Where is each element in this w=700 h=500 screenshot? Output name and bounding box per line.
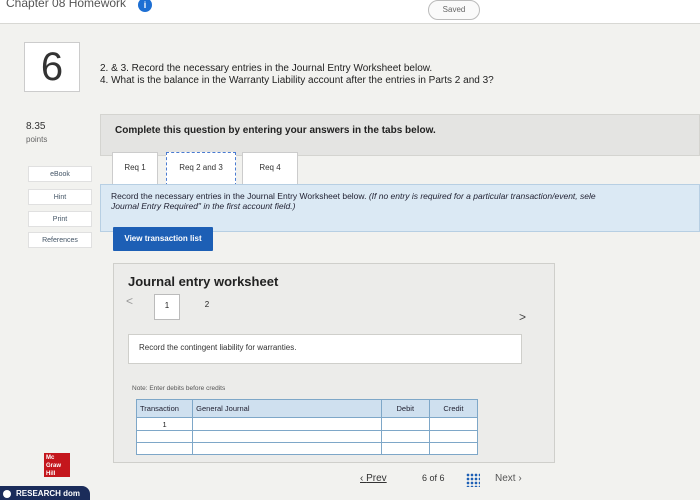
- chevron-right-icon[interactable]: >: [519, 310, 526, 324]
- col-transaction: Transaction: [135, 398, 194, 419]
- entry-description: Record the contingent liability for warr…: [128, 334, 522, 364]
- worksheet-title: Journal entry worksheet: [128, 274, 279, 289]
- top-bar: Chapter 08 Homework i Saved: [0, 0, 700, 24]
- saved-status: Saved: [428, 0, 480, 20]
- journal-table: Transaction General Journal Debit Credit…: [135, 398, 479, 455]
- question-count: 6 of 6: [422, 473, 445, 483]
- col-credit: Credit: [428, 398, 479, 419]
- col-debit: Debit: [380, 398, 430, 419]
- points-label: points: [26, 135, 48, 144]
- instruction-box: Record the necessary entries in the Jour…: [100, 184, 700, 232]
- credit-field[interactable]: [428, 417, 479, 432]
- tab-req-4[interactable]: Req 4: [242, 152, 298, 186]
- info-badge-icon[interactable]: i: [138, 0, 152, 12]
- debit-field[interactable]: [380, 442, 430, 455]
- page-2-tab[interactable]: 2: [194, 294, 220, 320]
- ebook-link[interactable]: eBook: [28, 166, 92, 182]
- account-field[interactable]: [192, 417, 382, 432]
- table-row: [135, 442, 479, 455]
- debit-field[interactable]: [380, 430, 430, 444]
- table-row: 1: [135, 417, 479, 432]
- next-button[interactable]: Next ›: [495, 473, 550, 493]
- research-bar[interactable]: RESEARCH dom: [0, 486, 90, 500]
- table-row: [135, 430, 479, 444]
- tab-req-2-and-3[interactable]: Req 2 and 3: [166, 152, 236, 186]
- research-icon: [3, 490, 11, 498]
- account-field[interactable]: [192, 430, 382, 444]
- transaction-cell: 1: [135, 417, 194, 432]
- print-link[interactable]: Print: [28, 211, 92, 227]
- references-link[interactable]: References: [28, 232, 92, 248]
- chevron-left-icon[interactable]: <: [126, 294, 133, 308]
- research-label: RESEARCH dom: [16, 489, 81, 498]
- mcgraw-hill-logo: Mc Graw Hill: [44, 453, 70, 477]
- view-transaction-list-button[interactable]: View transaction list: [113, 227, 213, 251]
- col-general-journal: General Journal: [192, 398, 382, 419]
- breadcrumb[interactable]: Chapter 08 Homework: [6, 0, 126, 10]
- prev-button[interactable]: ‹ Prev: [360, 473, 387, 484]
- journal-worksheet: Journal entry worksheet < 1 2 > Record t…: [113, 263, 555, 463]
- question-number: 6: [24, 42, 80, 92]
- hint-link[interactable]: Hint: [28, 189, 92, 205]
- credit-field[interactable]: [428, 442, 479, 455]
- page-1-tab[interactable]: 1: [154, 294, 180, 320]
- account-field[interactable]: [192, 442, 382, 455]
- tab-req-1[interactable]: Req 1: [112, 152, 158, 186]
- complete-banner: Complete this question by entering your …: [100, 114, 700, 156]
- debit-field[interactable]: [380, 417, 430, 432]
- points-value: 8.35: [26, 121, 46, 132]
- credit-field[interactable]: [428, 430, 479, 444]
- question-text: 2. & 3. Record the necessary entries in …: [100, 63, 494, 86]
- debit-credit-note: Note: Enter debits before credits: [132, 385, 226, 392]
- grid-icon[interactable]: [466, 473, 480, 487]
